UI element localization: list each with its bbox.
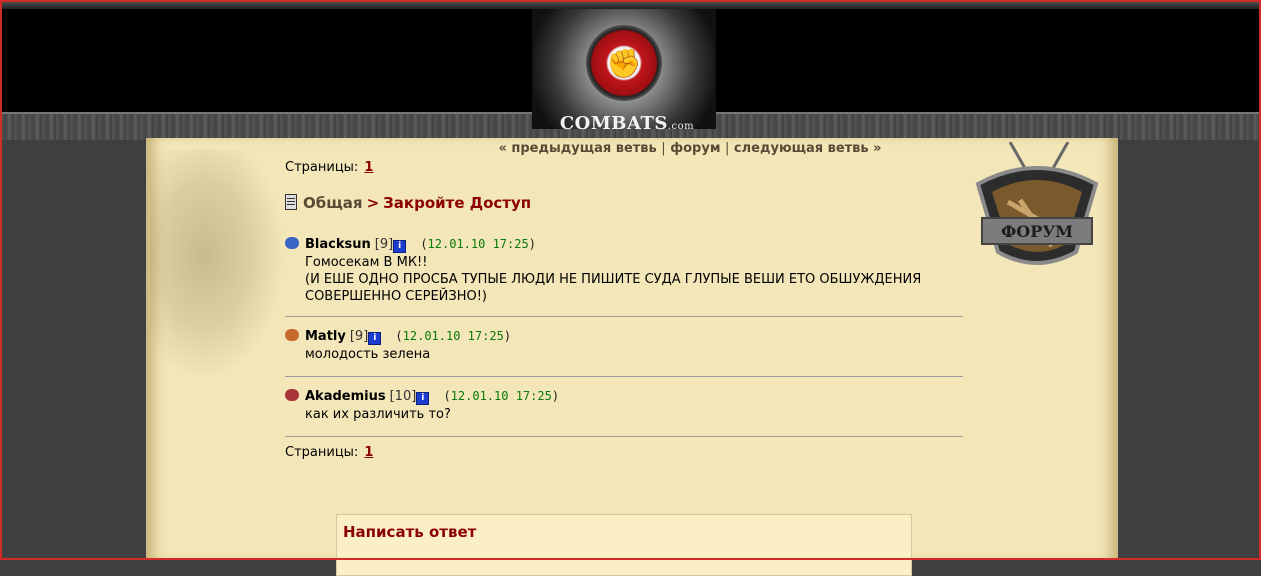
forum-badge[interactable]: ФОРУМ bbox=[968, 141, 1106, 272]
clan-avatar-icon[interactable] bbox=[285, 237, 299, 249]
post-date: (12.01.10 17:25) bbox=[395, 329, 511, 343]
post-header: Akademius [10] i (12.01.10 17:25) bbox=[285, 387, 963, 405]
date-paren-open: ( bbox=[443, 389, 451, 403]
breadcrumb-section[interactable]: Общая bbox=[303, 194, 363, 212]
post-line: как их различить то? bbox=[305, 407, 451, 422]
post-line: Гомосекам В МК!! bbox=[305, 255, 428, 270]
user-info-icon[interactable]: i bbox=[416, 392, 430, 405]
post-body: Гомосекам В МК!! (И ЕШЕ ОДНО ПРОСБА ТУПЫ… bbox=[305, 254, 963, 305]
page-link-1[interactable]: 1 bbox=[364, 160, 373, 175]
logo-suffix: .com bbox=[667, 121, 695, 132]
post-divider bbox=[285, 436, 963, 437]
date-paren-open: ( bbox=[395, 329, 403, 343]
post-body: как их различить то? bbox=[305, 406, 963, 423]
nav-separator: | bbox=[661, 141, 666, 156]
logo-title: COMBATS bbox=[559, 113, 668, 134]
forum-post: Blacksun [9] i (12.01.10 17:25) Гомосекам … bbox=[285, 235, 963, 305]
forum-link[interactable]: форум bbox=[670, 141, 720, 156]
date-paren-open: ( bbox=[420, 237, 428, 251]
breadcrumb: Общая > Закройте Доступ bbox=[285, 194, 531, 212]
fist-emblem-icon: ✊ bbox=[586, 25, 662, 101]
post-divider bbox=[285, 316, 963, 317]
reply-panel: Написать ответ bbox=[336, 514, 912, 576]
forum-post: Matly [9] i (12.01.10 17:25) молодость зел… bbox=[285, 327, 963, 363]
forum-post: Akademius [10] i (12.01.10 17:25) как их р… bbox=[285, 387, 963, 423]
thread-navigation: « предыдущая ветвь | форум | следующая в… bbox=[470, 141, 910, 156]
clan-avatar-icon[interactable] bbox=[285, 329, 299, 341]
pagination-bottom: Страницы: 1 bbox=[285, 445, 373, 460]
forum-shield-icon: ФОРУМ bbox=[975, 141, 1099, 265]
date-value: 12.01.10 17:25 bbox=[402, 329, 504, 343]
post-date: (12.01.10 17:25) bbox=[420, 237, 536, 251]
date-value: 12.01.10 17:25 bbox=[427, 237, 529, 251]
document-icon bbox=[285, 194, 297, 210]
breadcrumb-topic: Закройте Доступ bbox=[383, 194, 532, 212]
date-paren-close: ) bbox=[551, 389, 560, 403]
post-line: молодость зелена bbox=[305, 347, 431, 362]
post-line: (И ЕШЕ ОДНО ПРОСБА ТУПЫЕ ЛЮДИ НЕ ПИШИТЕ … bbox=[305, 272, 922, 287]
forum-badge-label: ФОРУМ bbox=[1001, 222, 1073, 241]
pagination-label: Страницы: bbox=[285, 445, 359, 460]
next-thread-link[interactable]: следующая ветвь » bbox=[734, 141, 882, 156]
header-top-strip bbox=[0, 0, 1261, 9]
post-level: [9] bbox=[349, 329, 369, 344]
post-line: СОВЕРШЕННО СЕРЕЙЗНО!) bbox=[305, 289, 488, 304]
site-header: ✊ COMBATS.com bbox=[0, 0, 1261, 140]
pagination-top: Страницы: 1 bbox=[285, 160, 373, 175]
page-link-1[interactable]: 1 bbox=[364, 445, 373, 460]
clan-avatar-icon[interactable] bbox=[285, 389, 299, 401]
nav-separator: | bbox=[725, 141, 730, 156]
logo-text: COMBATS.com bbox=[552, 113, 702, 134]
user-info-icon[interactable]: i bbox=[368, 332, 382, 345]
post-author[interactable]: Akademius bbox=[305, 389, 386, 404]
post-author[interactable]: Blacksun bbox=[305, 237, 371, 252]
user-info-icon[interactable]: i bbox=[393, 240, 407, 253]
post-date: (12.01.10 17:25) bbox=[443, 389, 559, 403]
date-paren-close: ) bbox=[503, 329, 512, 343]
pagination-label: Страницы: bbox=[285, 160, 359, 175]
post-author[interactable]: Matly bbox=[305, 329, 346, 344]
post-body: молодость зелена bbox=[305, 346, 963, 363]
combats-logo[interactable]: ✊ COMBATS.com bbox=[532, 9, 716, 134]
date-value: 12.01.10 17:25 bbox=[450, 389, 552, 403]
breadcrumb-separator: > bbox=[366, 194, 380, 212]
feather-decoration bbox=[150, 150, 285, 380]
post-divider bbox=[285, 376, 963, 377]
reply-title: Написать ответ bbox=[343, 523, 477, 541]
post-level: [10] bbox=[389, 389, 417, 404]
post-header: Matly [9] i (12.01.10 17:25) bbox=[285, 327, 963, 345]
post-header: Blacksun [9] i (12.01.10 17:25) bbox=[285, 235, 963, 253]
prev-thread-link[interactable]: « предыдущая ветвь bbox=[498, 141, 656, 156]
post-level: [9] bbox=[374, 237, 394, 252]
date-paren-close: ) bbox=[528, 237, 536, 251]
